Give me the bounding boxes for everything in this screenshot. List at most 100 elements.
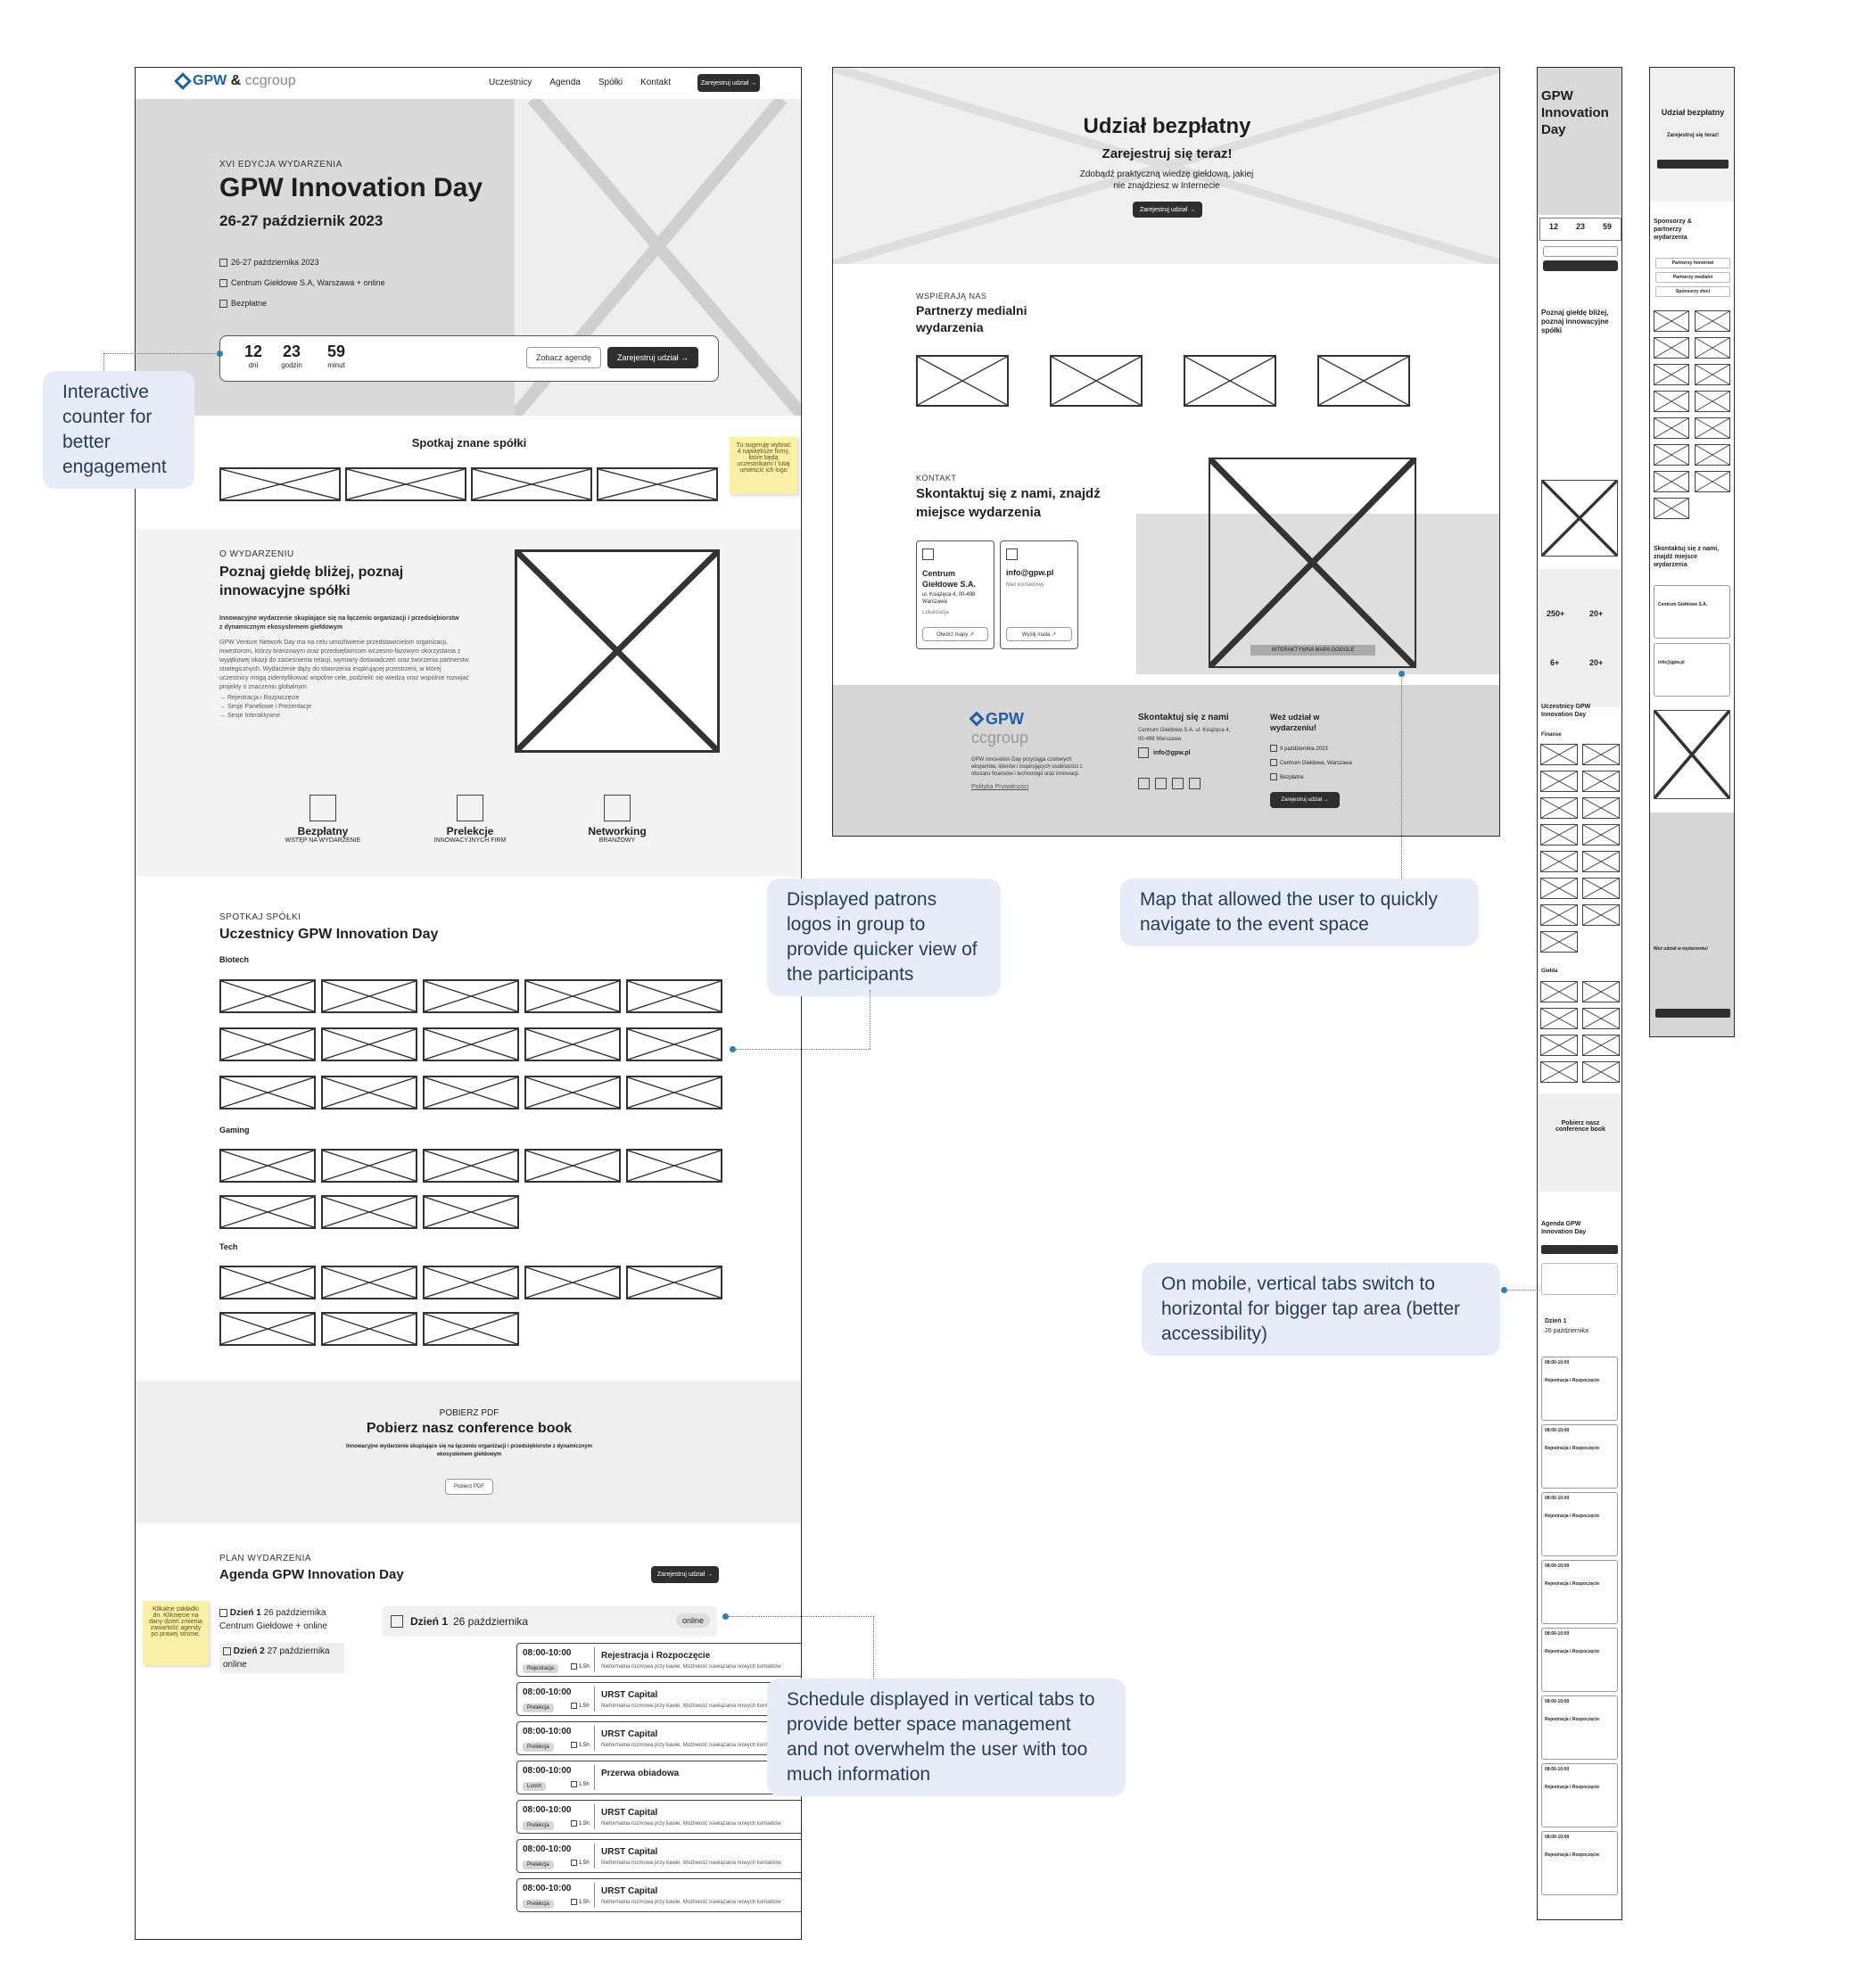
- m2-tab[interactable]: Partnerzy honorowi: [1655, 258, 1730, 268]
- m-agenda-title: Rejestracja i Rozpoczęcie: [1545, 1785, 1600, 1790]
- m-see-agenda-button[interactable]: [1543, 246, 1618, 257]
- cta-register-button[interactable]: Zarejestruj udział →: [1133, 202, 1202, 218]
- m-agenda-row[interactable]: 08:00-10:00 Rejestracja i Rozpoczęcie: [1541, 1492, 1618, 1556]
- m-agenda-row[interactable]: 08:00-10:00 Rejestracja i Rozpoczęcie: [1541, 1763, 1618, 1827]
- mobile-landing-frame: GPW Innovation Day 12 23 59 Poznaj giełdę …: [1537, 67, 1622, 1920]
- agenda-tag: Prelekcja: [523, 1900, 554, 1909]
- participant-logo: [219, 1149, 316, 1183]
- m-stat-value: 250+: [1547, 609, 1565, 618]
- nav-item-spolki[interactable]: Spółki: [598, 78, 623, 87]
- m2-cta-button[interactable]: [1657, 160, 1729, 169]
- participant-logo: [524, 1266, 621, 1299]
- hero-register-button[interactable]: Zarejestruj udział →: [607, 347, 698, 368]
- linkedin-icon[interactable]: [1155, 778, 1167, 789]
- open-maps-button[interactable]: Otwórz mapy ↗: [922, 627, 988, 641]
- m2-tab[interactable]: Sponsorzy złoci: [1655, 286, 1730, 297]
- agenda-time: 08:00-10:00: [523, 1805, 572, 1815]
- footer-join-price: Bezpłatne: [1280, 775, 1304, 780]
- agenda-item-desc: Nieformalna rozmowa przy kawie, Możliwoś…: [601, 1860, 781, 1866]
- tab-2-date: 27 października: [267, 1646, 330, 1656]
- m2-card1-title: Centrum Giełdowe S.A.: [1658, 602, 1708, 607]
- agenda-row[interactable]: 08:00-10:00 Lunch 1.5h Przerwa obiadowa: [516, 1761, 801, 1794]
- footer-mail-text: info@gpw.pl: [1153, 749, 1191, 756]
- agenda-row[interactable]: 08:00-10:00 Prelekcja 1.5h URST Capital …: [516, 1800, 801, 1834]
- agenda-row[interactable]: 08:00-10:00 Prelekcja 1.5h URST Capital …: [516, 1721, 801, 1755]
- agenda-day-tab-2[interactable]: Dzień 2 27 października online: [219, 1643, 344, 1673]
- footer-desc: GPW Innovation Day przyciąga czołowych e…: [971, 757, 1083, 777]
- features-row: Bezpłatny WSTĘP NA WYDARZENIE Prelekcje IN…: [269, 795, 671, 844]
- m-logo-placeholder: [1695, 391, 1730, 412]
- mail-card-title: info@gpw.pl: [1006, 568, 1054, 577]
- m-agenda-row[interactable]: 08:00-10:00 Rejestracja i Rozpoczęcie: [1541, 1357, 1618, 1421]
- agenda-item-desc: Nieformalna rozmowa przy kawie, Możliwoś…: [601, 1900, 781, 1905]
- participant-logo: [219, 1027, 316, 1061]
- nav-item-agenda[interactable]: Agenda: [549, 78, 580, 87]
- feature-networking-icon: [604, 795, 631, 821]
- m2-map-placeholder[interactable]: [1654, 710, 1730, 799]
- m-agenda-register-button[interactable]: [1541, 1245, 1618, 1254]
- m-agenda-row[interactable]: 08:00-10:00 Rejestracja i Rozpoczęcie: [1541, 1831, 1618, 1895]
- logo[interactable]: GPW & ccgroup: [174, 71, 296, 90]
- hero-date: 26-27 październik 2023: [219, 212, 384, 229]
- agenda-row[interactable]: 08:00-10:00 Prelekcja 1.5h URST Capital …: [516, 1839, 801, 1873]
- facebook-icon[interactable]: [1138, 778, 1150, 789]
- footer-register-button[interactable]: Zarejestruj udział →: [1270, 792, 1340, 808]
- nav-item-uczestnicy[interactable]: Uczestnicy: [489, 78, 532, 87]
- m2-footer-register-button[interactable]: [1655, 1009, 1730, 1018]
- mail-icon: [1006, 549, 1018, 560]
- footer-contact-title: Skontaktuj się z nami: [1138, 713, 1229, 722]
- agenda-duration: 1.5h: [571, 1742, 590, 1748]
- m-logo-placeholder: [1695, 417, 1730, 439]
- download-pdf-button[interactable]: Pobierz PDF: [445, 1479, 493, 1495]
- gaming-row: [219, 1195, 519, 1229]
- agenda-day-tab-1[interactable]: Dzień 1 26 października Centrum Giełdowe…: [219, 1606, 344, 1633]
- nav-register-button[interactable]: Zarejestruj udział →: [697, 74, 760, 92]
- m-stat-value: 20+: [1589, 609, 1604, 618]
- agenda-tag: Lunch: [523, 1782, 547, 1791]
- m-agenda-row[interactable]: 08:00-10:00 Rejestracja i Rozpoczęcie: [1541, 1424, 1618, 1489]
- m-agenda-row[interactable]: 08:00-10:00 Rejestracja i Rozpoczęcie: [1541, 1628, 1618, 1692]
- about-bullet: → Rejestracja i Rozpoczęcie: [219, 695, 300, 701]
- logo-amp: &: [230, 73, 242, 88]
- counter-days-value: 12: [243, 342, 263, 360]
- m2-tab[interactable]: Partnerzy medialni: [1655, 272, 1730, 283]
- agenda-duration: 1.5h: [571, 1860, 590, 1866]
- cta-lead: Zdobądź praktyczną wiedzę giełdową, jaki…: [1079, 169, 1254, 191]
- send-mail-button[interactable]: Wyślij maila ↗: [1006, 627, 1072, 641]
- cta-title: Udział bezpłatny: [1083, 114, 1251, 138]
- annotation-schedule: Schedule displayed in vertical tabs to p…: [767, 1679, 1126, 1796]
- m-day-tabs-horizontal[interactable]: [1541, 1263, 1618, 1295]
- youtube-icon[interactable]: [1189, 778, 1201, 789]
- agenda-item-desc: Nieformalna rozmowa przy kawie, Możliwoś…: [601, 1743, 781, 1748]
- agenda-row[interactable]: 08:00-10:00 Prelekcja 1.5h URST Capital …: [516, 1682, 801, 1716]
- agenda-row[interactable]: 08:00-10:00 Prelekcja 1.5h URST Capital …: [516, 1878, 801, 1912]
- privacy-policy-link[interactable]: Polityka Prywatności: [971, 783, 1028, 792]
- agenda-register-button[interactable]: Zarejestruj udział →: [651, 1566, 719, 1583]
- see-agenda-button[interactable]: Zobacz agendę: [526, 347, 601, 368]
- hero-title: GPW Innovation Day: [219, 173, 483, 202]
- hero-detail-price: Bezpłatne: [219, 293, 385, 314]
- media-partner-logo: [1184, 355, 1276, 407]
- m-register-button[interactable]: [1543, 260, 1618, 271]
- instagram-icon[interactable]: [1172, 778, 1184, 789]
- m-day-title: Dzień 1 26 października: [1545, 1316, 1588, 1336]
- m-agenda-row[interactable]: 08:00-10:00 Rejestracja i Rozpoczęcie: [1541, 1560, 1618, 1624]
- participant-logo: [321, 1149, 417, 1183]
- partners-title: Partnerzy medialni wydarzenia: [916, 303, 1027, 334]
- m-logo-placeholder: [1695, 471, 1730, 492]
- m-agenda-title: Rejestracja i Rozpoczęcie: [1545, 1649, 1600, 1654]
- hero-detail-place: Centrum Giełdowe S.A, Warszawa + online: [219, 273, 385, 293]
- agenda-eyebrow: PLAN WYDARZENIA: [219, 1554, 312, 1563]
- nav-item-kontakt[interactable]: Kontakt: [640, 78, 671, 87]
- m-agenda-row[interactable]: 08:00-10:00 Rejestracja i Rozpoczęcie: [1541, 1695, 1618, 1760]
- m-logo-placeholder: [1540, 1008, 1578, 1029]
- m-day-name: Dzień 1: [1545, 1318, 1567, 1324]
- media-partner-logo: [1050, 355, 1143, 407]
- agenda-duration-text: 1.5h: [579, 1703, 590, 1710]
- agenda-row[interactable]: 08:00-10:00 Rejestracja 1.5h Rejestracja…: [516, 1643, 801, 1677]
- google-map-placeholder[interactable]: INTERAKTYWNA MAPA GOOGLE: [1209, 458, 1416, 668]
- participant-logo: [524, 1149, 621, 1183]
- m-agenda-time: 08:00-10:00: [1545, 1496, 1570, 1501]
- footer: GPW ccgroup GPW Innovation Day przyciąga…: [833, 685, 1499, 836]
- media-partner-logo: [916, 355, 1009, 407]
